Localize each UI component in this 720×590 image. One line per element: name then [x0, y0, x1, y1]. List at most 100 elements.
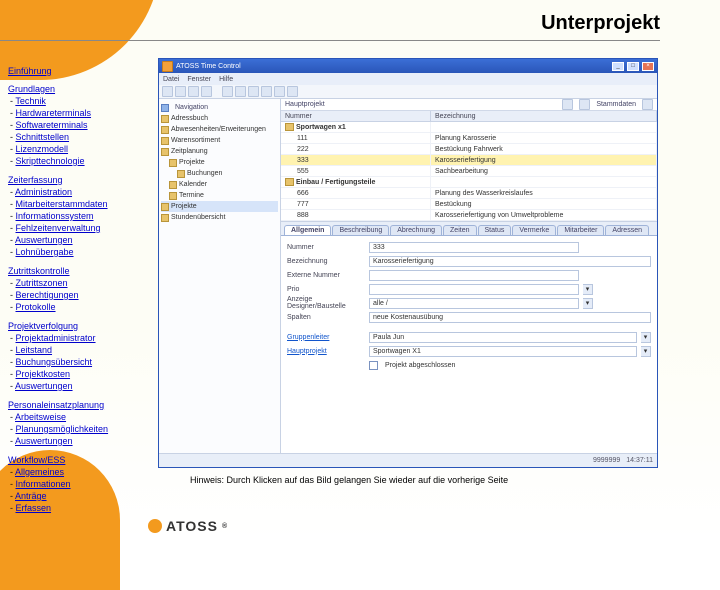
table-row[interactable]: 333Karosseriefertigung [281, 155, 657, 166]
tab-allgemein[interactable]: Allgemein [284, 225, 331, 235]
nav-item[interactable]: Projektkosten [16, 369, 71, 379]
dropdown-icon[interactable]: ▾ [641, 332, 651, 343]
menu-item[interactable]: Hilfe [219, 76, 233, 83]
table-row[interactable]: Sportwagen x1 [281, 122, 657, 133]
menu-item[interactable]: Datei [163, 76, 179, 83]
toolbar-icon[interactable] [261, 86, 272, 97]
dropdown-icon[interactable]: ▾ [583, 298, 593, 309]
nav-item[interactable]: Mitarbeiterstammdaten [16, 199, 108, 209]
tree-item[interactable]: Abwesenheiten/Erweiterungen [161, 124, 278, 135]
tab-mitarbeiter[interactable]: Mitarbeiter [557, 225, 604, 235]
tree-item[interactable]: Zeitplanung [161, 146, 278, 157]
nav-item[interactable]: Informationssystem [16, 211, 94, 221]
nav-item[interactable]: Schnittstellen [16, 132, 70, 142]
window-minimize-button[interactable]: _ [612, 62, 624, 71]
nav-item[interactable]: Auswertungen [15, 235, 73, 245]
tree-item[interactable]: Buchungen [161, 168, 278, 179]
nav-workflow[interactable]: Workflow/ESS [8, 455, 65, 465]
input-prio[interactable] [369, 284, 579, 295]
table-row[interactable]: 888Karosseriefertigung von Umweltproblem… [281, 210, 657, 221]
tree-item[interactable]: Termine [161, 190, 278, 201]
table-row[interactable]: 111Planung Karosserie [281, 133, 657, 144]
nav-item[interactable]: Informationen [16, 479, 71, 489]
input-nummer[interactable]: 333 [369, 242, 579, 253]
nav-item[interactable]: Fehlzeitenverwaltung [16, 223, 101, 233]
toolbar-icon[interactable] [175, 86, 186, 97]
nav-item[interactable]: Skripttechnologie [16, 156, 85, 166]
nav-item[interactable]: Zutrittszonen [16, 278, 68, 288]
nav-item[interactable]: Arbeitsweise [15, 412, 66, 422]
nav-item[interactable]: Buchungsübersicht [16, 357, 93, 367]
breadcrumb-item[interactable]: Hauptprojekt [285, 101, 325, 108]
nav-zeiterfassung[interactable]: Zeiterfassung [8, 175, 63, 185]
link-hauptprojekt[interactable]: Hauptprojekt [287, 348, 365, 355]
nav-grundlagen[interactable]: Grundlagen [8, 84, 55, 94]
toolbar-icon[interactable] [162, 86, 173, 97]
nav-zutritt[interactable]: Zutrittskontrolle [8, 266, 70, 276]
nav-item[interactable]: Erfassen [16, 503, 52, 513]
nav-item[interactable]: Projektadministrator [16, 333, 96, 343]
input-externe-nummer[interactable] [369, 270, 579, 281]
toolbar-icon[interactable] [287, 86, 298, 97]
toolbar-icon[interactable] [642, 99, 653, 110]
nav-item[interactable]: Administration [15, 187, 72, 197]
nav-item[interactable]: Anträge [15, 491, 47, 501]
nav-item[interactable]: Allgemeines [15, 467, 64, 477]
nav-item[interactable]: Planungsmöglichkeiten [16, 424, 109, 434]
tab-abrechnung[interactable]: Abrechnung [390, 225, 442, 235]
table-row[interactable]: 777Bestückung [281, 199, 657, 210]
tree-item[interactable]: Projekte [161, 201, 278, 212]
dropdown-icon[interactable]: ▾ [583, 284, 593, 295]
checkbox-abgeschlossen[interactable] [369, 361, 378, 370]
tab-zeiten[interactable]: Zeiten [443, 225, 476, 235]
tree-item[interactable]: Projekte [161, 157, 278, 168]
tree-item[interactable]: Kalender [161, 179, 278, 190]
table-row[interactable]: 222Bestückung Fahrwerk [281, 144, 657, 155]
toolbar-icon[interactable] [222, 86, 233, 97]
nav-item[interactable]: Berechtigungen [16, 290, 79, 300]
data-grid[interactable]: Nummer Bezeichnung Sportwagen x1111Planu… [281, 111, 657, 222]
tab-adressen[interactable]: Adressen [605, 225, 649, 235]
nav-item[interactable]: Auswertungen [15, 381, 73, 391]
nav-item[interactable]: Leitstand [16, 345, 53, 355]
toolbar-icon[interactable] [562, 99, 573, 110]
table-row[interactable]: Einbau / Fertigungsteile [281, 177, 657, 188]
column-header[interactable]: Bezeichnung [431, 111, 657, 121]
dropdown-icon[interactable]: ▾ [641, 346, 651, 357]
window-maximize-button[interactable]: □ [627, 62, 639, 71]
toolbar-icon[interactable] [188, 86, 199, 97]
toolbar-icon[interactable] [201, 86, 212, 97]
column-header[interactable]: Nummer [281, 111, 431, 121]
navigation-tree[interactable]: Navigation AdressbuchAbwesenheiten/Erwei… [159, 99, 281, 453]
nav-item[interactable]: Softwareterminals [16, 120, 88, 130]
tab-status[interactable]: Status [478, 225, 512, 235]
select-hauptprojekt[interactable]: Sportwagen X1 [369, 346, 637, 357]
select-gruppenleiter[interactable]: Paula Jun [369, 332, 637, 343]
tree-item[interactable]: Stundenübersicht [161, 212, 278, 223]
nav-item[interactable]: Lizenzmodell [16, 144, 69, 154]
tree-item[interactable]: Warensortiment [161, 135, 278, 146]
input-bezeichnung[interactable]: Karosseriefertigung [369, 256, 651, 267]
toolbar-icon[interactable] [274, 86, 285, 97]
nav-item[interactable]: Auswertungen [15, 436, 73, 446]
toolbar-icon[interactable] [235, 86, 246, 97]
nav-item[interactable]: Lohnübergabe [16, 247, 74, 257]
tree-item[interactable]: Adressbuch [161, 113, 278, 124]
nav-item[interactable]: Technik [15, 96, 46, 106]
tab-vermerke[interactable]: Vermerke [512, 225, 556, 235]
nav-einfuehrung[interactable]: Einführung [8, 66, 52, 76]
window-close-button[interactable]: × [642, 62, 654, 71]
link-gruppenleiter[interactable]: Gruppenleiter [287, 334, 365, 341]
toolbar-icon[interactable] [579, 99, 590, 110]
nav-item[interactable]: Hardwareterminals [16, 108, 92, 118]
menu-item[interactable]: Fenster [187, 76, 211, 83]
input-anzeige[interactable]: alle / [369, 298, 579, 309]
table-row[interactable]: 666Planung des Wasserkreislaufes [281, 188, 657, 199]
table-row[interactable]: 555Sachbearbeitung [281, 166, 657, 177]
breadcrumb-item[interactable]: Stammdaten [596, 101, 636, 108]
nav-pep[interactable]: Personaleinsatzplanung [8, 400, 104, 410]
nav-projekt[interactable]: Projektverfolgung [8, 321, 78, 331]
app-screenshot[interactable]: ATOSS Time Control _ □ × Datei Fenster H… [158, 58, 658, 468]
nav-item[interactable]: Protokolle [16, 302, 56, 312]
input-spalten[interactable]: neue Kostenausübung [369, 312, 651, 323]
